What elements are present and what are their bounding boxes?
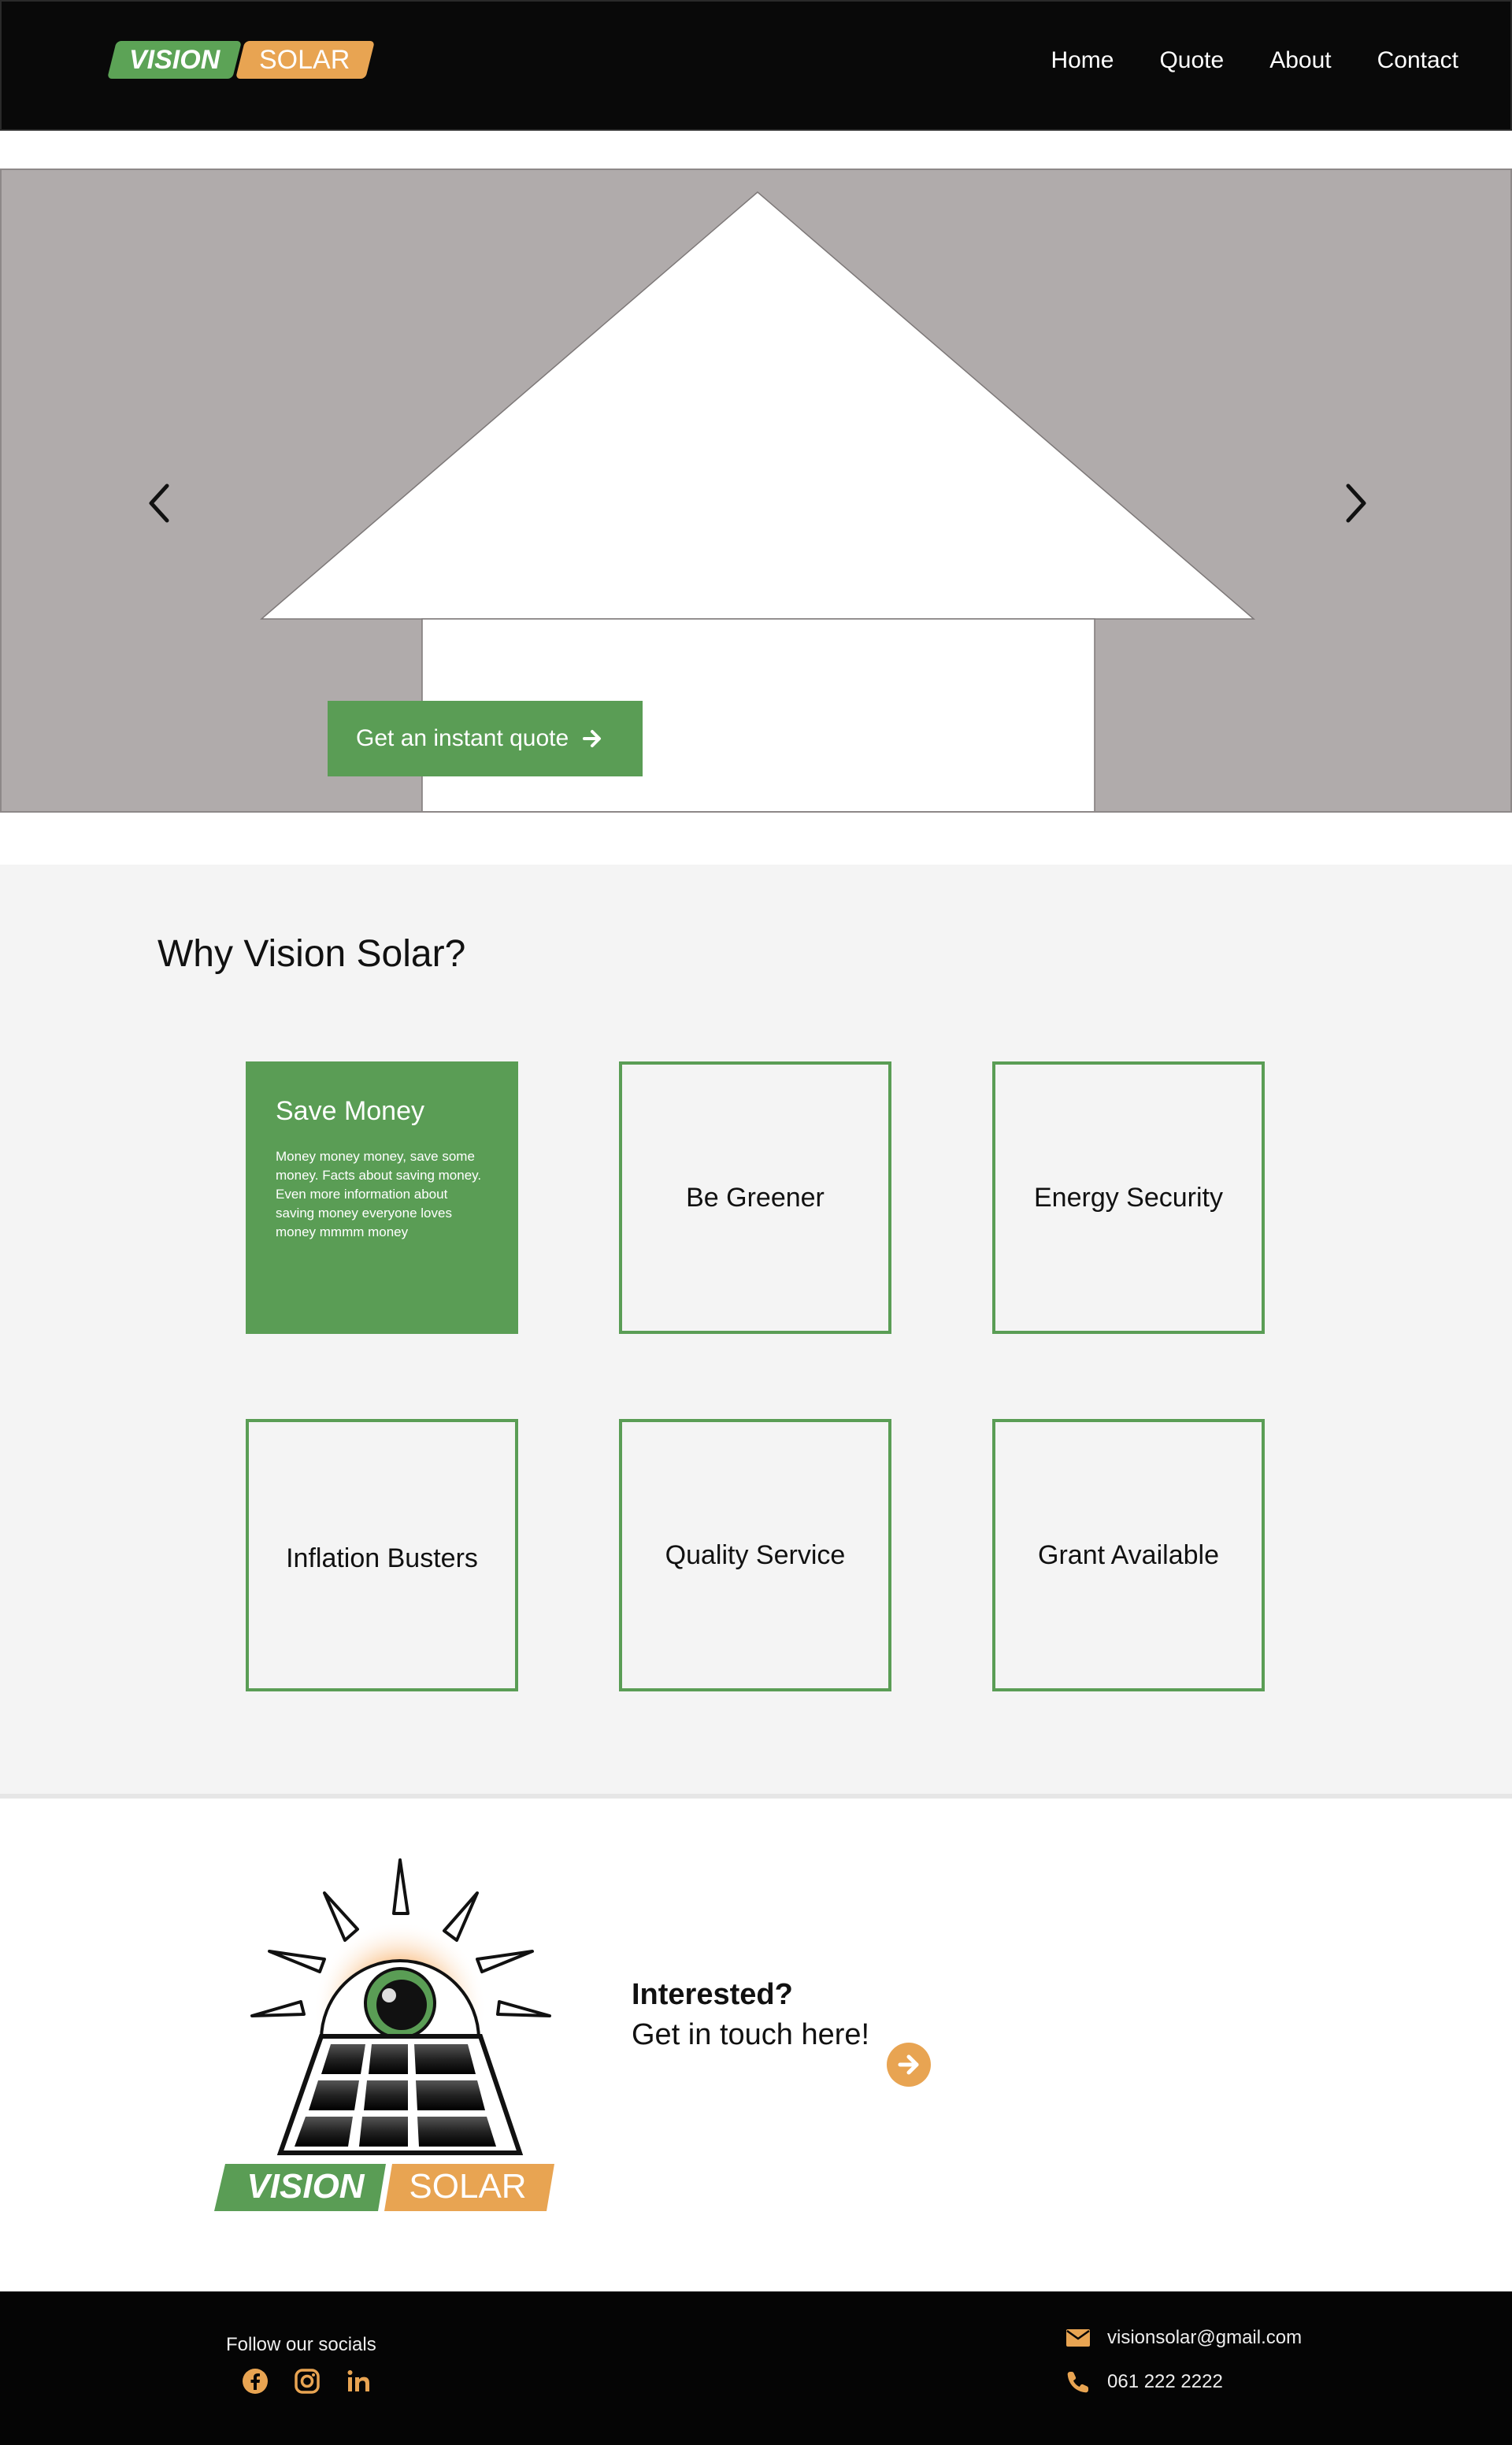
card-save-money[interactable]: Save Money Money money money, save some … (246, 1061, 518, 1334)
emblem-vision-text: VISION (246, 2167, 365, 2206)
header-logo[interactable]: VISION SOLAR (107, 41, 376, 79)
phone-icon (1065, 2370, 1091, 2394)
instant-quote-label: Get an instant quote (356, 725, 569, 751)
facebook-icon (243, 2369, 268, 2394)
hero-carousel: Get an instant quote (0, 169, 1512, 813)
linkedin-icon (347, 2370, 369, 2391)
nav-about[interactable]: About (1269, 47, 1331, 74)
card-description: Money money money, save some money. Fact… (276, 1149, 482, 1239)
social-links (241, 2367, 397, 2395)
instagram-link[interactable] (293, 2367, 321, 2395)
chevron-left-icon (149, 483, 169, 523)
follow-socials-label: Follow our socials (226, 2334, 376, 2355)
footer-email[interactable]: visionsolar@gmail.com (1065, 2326, 1302, 2350)
chevron-right-icon (1346, 483, 1366, 523)
why-section: Why Vision Solar? Save Money Money money… (0, 865, 1512, 1799)
get-in-touch-button[interactable] (887, 2043, 931, 2087)
arrow-right-icon (581, 728, 603, 750)
footer-phone-text: 061 222 2222 (1107, 2371, 1223, 2392)
instagram-icon (295, 2369, 320, 2394)
emblem-solar-text: SOLAR (409, 2167, 527, 2206)
nav-quote[interactable]: Quote (1159, 47, 1224, 74)
card-title: Energy Security (1034, 1182, 1223, 1213)
mail-icon (1065, 2326, 1091, 2350)
footer-email-text: visionsolar@gmail.com (1107, 2327, 1303, 2348)
card-inflation-busters[interactable]: Inflation Busters (246, 1419, 518, 1691)
card-quality-service[interactable]: Quality Service (619, 1419, 891, 1691)
arrow-right-icon (898, 2054, 919, 2075)
footer-phone[interactable]: 061 222 2222 (1065, 2370, 1223, 2394)
vision-solar-emblem: VISION SOLAR (214, 1854, 561, 2211)
solar-eye-logo-icon (214, 1858, 554, 2211)
why-title: Why Vision Solar? (158, 933, 466, 975)
logo-solar-part: SOLAR (235, 41, 376, 79)
logo-solar-text: SOLAR (259, 45, 350, 75)
card-title: Quality Service (665, 1539, 846, 1570)
card-be-greener[interactable]: Be Greener (619, 1061, 891, 1334)
site-header: VISION SOLAR Home Quote About Contact (0, 0, 1512, 131)
logo-vision-part: VISION (107, 41, 243, 79)
interest-title: Interested? (632, 1978, 793, 2011)
interest-block: Interested? Get in touch here! (632, 1978, 869, 2052)
card-grant-available[interactable]: Grant Available (992, 1419, 1265, 1691)
interest-subtitle: Get in touch here! (632, 2018, 870, 2051)
nav-contact[interactable]: Contact (1377, 47, 1458, 74)
carousel-prev-button[interactable] (135, 468, 183, 539)
card-title: Inflation Busters (286, 1543, 478, 1573)
card-title: Be Greener (686, 1182, 825, 1213)
card-energy-security[interactable]: Energy Security (992, 1061, 1265, 1334)
linkedin-link[interactable] (345, 2367, 373, 2395)
card-title: Save Money (276, 1096, 424, 1126)
house-illustration (259, 191, 1256, 811)
nav-home[interactable]: Home (1051, 47, 1114, 74)
card-title: Grant Available (1038, 1539, 1219, 1570)
instant-quote-button[interactable]: Get an instant quote (328, 701, 643, 776)
facebook-link[interactable] (241, 2367, 269, 2395)
logo-vision-text: VISION (129, 45, 220, 75)
carousel-next-button[interactable] (1332, 468, 1380, 539)
site-footer: Follow our socials visionsolar@gmail.com… (0, 2291, 1512, 2445)
main-nav: Home Quote About Contact (1051, 47, 1458, 74)
